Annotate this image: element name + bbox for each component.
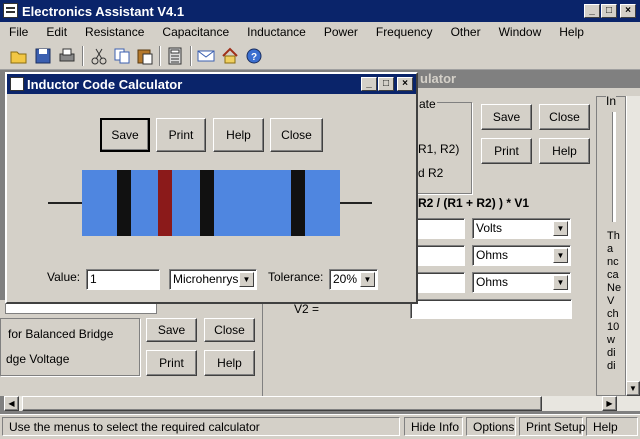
v1-unit-select[interactable]: Volts ▼ (472, 218, 571, 239)
maximize-button[interactable]: □ (601, 4, 617, 18)
info-panel-label: In (606, 94, 617, 108)
help-icon[interactable]: ? (245, 47, 263, 65)
menu-power[interactable]: Power (315, 25, 367, 39)
toolbar-separator (82, 46, 84, 66)
menu-inductance[interactable]: Inductance (238, 25, 315, 39)
background-r-label: R1, R2) (418, 142, 460, 156)
menu-capacitance[interactable]: Capacitance (153, 25, 238, 39)
dialog-save-button[interactable]: Save (100, 118, 150, 152)
menu-file[interactable]: File (0, 25, 37, 39)
unit-select[interactable]: Microhenrys ▼ (169, 269, 257, 290)
chevron-down-icon[interactable]: ▼ (553, 275, 568, 290)
value-input[interactable]: 1 (86, 269, 160, 290)
status-hide-info[interactable]: Hide Info (404, 417, 463, 436)
background-print-button[interactable]: Print (481, 138, 532, 164)
chevron-down-icon[interactable]: ▼ (239, 272, 254, 287)
r1-unit-select[interactable]: Ohms ▼ (472, 245, 571, 266)
scroll-thumb[interactable] (22, 396, 542, 411)
status-print-setup[interactable]: Print Setup (519, 417, 585, 436)
background-save-button[interactable]: Save (481, 104, 532, 130)
toolbar-separator (190, 46, 192, 66)
chevron-down-icon[interactable]: ▼ (553, 221, 568, 236)
menu-help[interactable]: Help (550, 25, 593, 39)
tolerance-label: Tolerance: (268, 270, 324, 284)
app-title: Electronics Assistant V4.1 (22, 3, 185, 19)
menu-resistance[interactable]: Resistance (76, 25, 153, 39)
dialog-print-button[interactable]: Print (156, 118, 206, 152)
tolerance-select[interactable]: 20% ▼ (329, 269, 378, 290)
v1-input[interactable] (410, 218, 465, 239)
voltage-divider-formula: R2 / (R1 + R2) ) * V1 (418, 196, 530, 210)
paste-icon[interactable] (136, 47, 154, 65)
open-folder-icon[interactable] (10, 47, 28, 65)
minimize-button[interactable]: _ (584, 4, 600, 18)
menu-edit[interactable]: Edit (37, 25, 76, 39)
dialog-minimize-button[interactable]: _ (361, 77, 377, 91)
save-disk-icon[interactable] (34, 47, 52, 65)
menu-bar: File Edit Resistance Capacitance Inducta… (0, 22, 640, 42)
status-options[interactable]: Options (466, 417, 516, 436)
status-message: Use the menus to select the required cal… (2, 417, 400, 436)
scroll-down-button[interactable]: ▼ (626, 381, 640, 396)
dialog-app-icon[interactable] (10, 77, 24, 91)
menu-frequency[interactable]: Frequency (367, 25, 442, 39)
bridge-close-button[interactable]: Close (204, 318, 255, 342)
background-close-button[interactable]: Close (539, 104, 590, 130)
scroll-right-button[interactable]: ▶ (602, 396, 617, 411)
bridge-save-button[interactable]: Save (146, 318, 197, 342)
dialog-maximize-button[interactable]: □ (378, 77, 394, 91)
inductor-dialog-title: Inductor Code Calculator (27, 76, 183, 92)
balanced-bridge-label: for Balanced Bridge (8, 327, 114, 341)
calculator-icon[interactable] (166, 47, 184, 65)
svg-text:?: ? (251, 52, 257, 63)
info-text-fragments: Th a nc ca Ne V ch 10 w di di (607, 230, 622, 372)
copy-icon[interactable] (113, 47, 131, 65)
v2-label: V2 = (294, 302, 320, 316)
cut-icon[interactable] (90, 47, 108, 65)
email-icon[interactable] (197, 47, 215, 65)
bridge-help-button[interactable]: Help (204, 350, 255, 376)
close-button[interactable]: × (620, 4, 636, 18)
app-titlebar: Electronics Assistant V4.1 (0, 0, 640, 22)
menu-window[interactable]: Window (490, 25, 551, 39)
background-group-label: ate (418, 97, 437, 111)
inductor-band-1 (117, 170, 131, 236)
home-icon[interactable] (221, 47, 239, 65)
v2-output (410, 299, 572, 319)
inductor-band-3 (200, 170, 214, 236)
chevron-down-icon[interactable]: ▼ (553, 248, 568, 263)
inductor-lead-right (340, 202, 372, 204)
dialog-close-action-button[interactable]: Close (270, 118, 323, 152)
bridge-print-button[interactable]: Print (146, 350, 197, 376)
inductor-dialog-titlebar[interactable]: Inductor Code Calculator (7, 74, 416, 94)
r2-unit-select[interactable]: Ohms ▼ (472, 272, 571, 293)
vertical-scrollbar[interactable] (626, 96, 640, 396)
dialog-close-button[interactable]: × (397, 77, 413, 91)
r2-input[interactable] (410, 272, 465, 293)
inductor-band-tolerance (291, 170, 305, 236)
background-help-button[interactable]: Help (539, 138, 590, 164)
scroll-left-button[interactable]: ◀ (4, 396, 19, 411)
print-icon[interactable] (58, 47, 76, 65)
bridge-voltage-label: dge Voltage (6, 352, 70, 366)
info-text-edge (612, 112, 616, 222)
dialog-help-button[interactable]: Help (213, 118, 264, 152)
menu-other[interactable]: Other (442, 25, 490, 39)
background-r2-label: d R2 (418, 166, 444, 180)
chevron-down-icon[interactable]: ▼ (360, 272, 375, 287)
app-icon[interactable] (3, 3, 18, 18)
status-help[interactable]: Help (586, 417, 638, 436)
r1-input[interactable] (410, 245, 465, 266)
window-divider (262, 300, 270, 396)
inductor-lead-left (48, 202, 82, 204)
value-label: Value: (47, 270, 81, 284)
toolbar-separator (159, 46, 161, 66)
inductor-band-2 (158, 170, 172, 236)
